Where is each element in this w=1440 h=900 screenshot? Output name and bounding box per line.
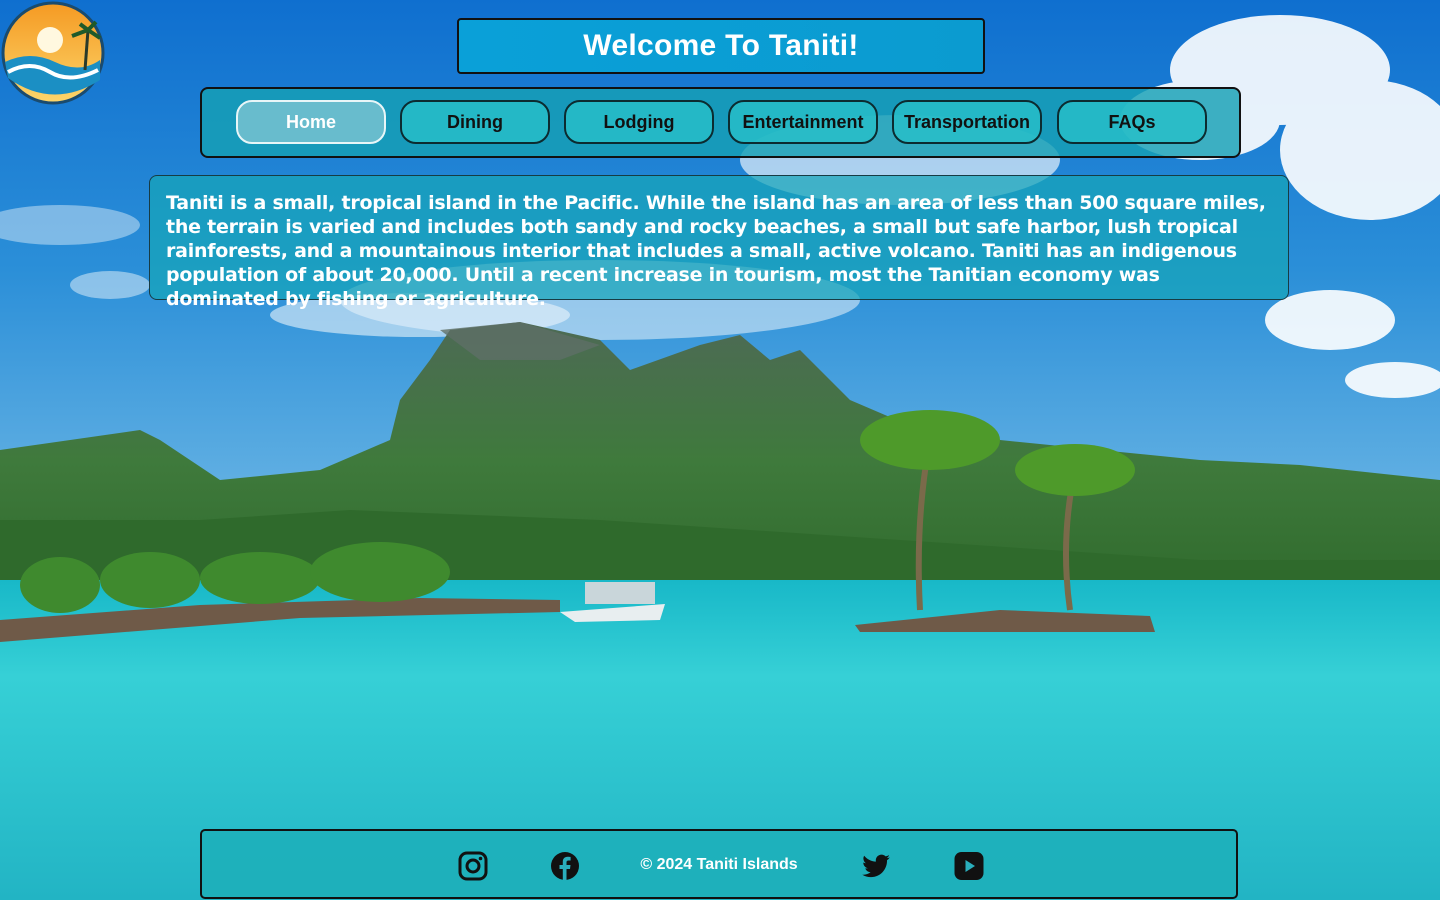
page-title: Welcome To Taniti! xyxy=(583,29,859,62)
nav-entertainment-button[interactable]: Entertainment xyxy=(728,100,878,144)
youtube-icon[interactable] xyxy=(953,850,985,882)
twitter-icon[interactable] xyxy=(860,850,892,882)
intro-panel: Taniti is a small, tropical island in th… xyxy=(149,175,1289,310)
copyright-text: © 2024 Taniti Islands xyxy=(640,856,798,873)
page-title-banner: Welcome To Taniti! xyxy=(457,18,985,74)
taniti-logo[interactable] xyxy=(0,0,106,106)
nav-transportation-button[interactable]: Transportation xyxy=(892,100,1042,144)
main-navigation: Home Dining Lodging Entertainment Transp… xyxy=(200,87,1241,158)
footer: © 2024 Taniti Islands xyxy=(200,829,1238,899)
nav-dining-button[interactable]: Dining xyxy=(400,100,550,144)
nav-home-button[interactable]: Home xyxy=(236,100,386,144)
nav-faqs-button[interactable]: FAQs xyxy=(1057,100,1207,144)
intro-text: Taniti is a small, tropical island in th… xyxy=(166,192,1266,310)
nav-lodging-button[interactable]: Lodging xyxy=(564,100,714,144)
